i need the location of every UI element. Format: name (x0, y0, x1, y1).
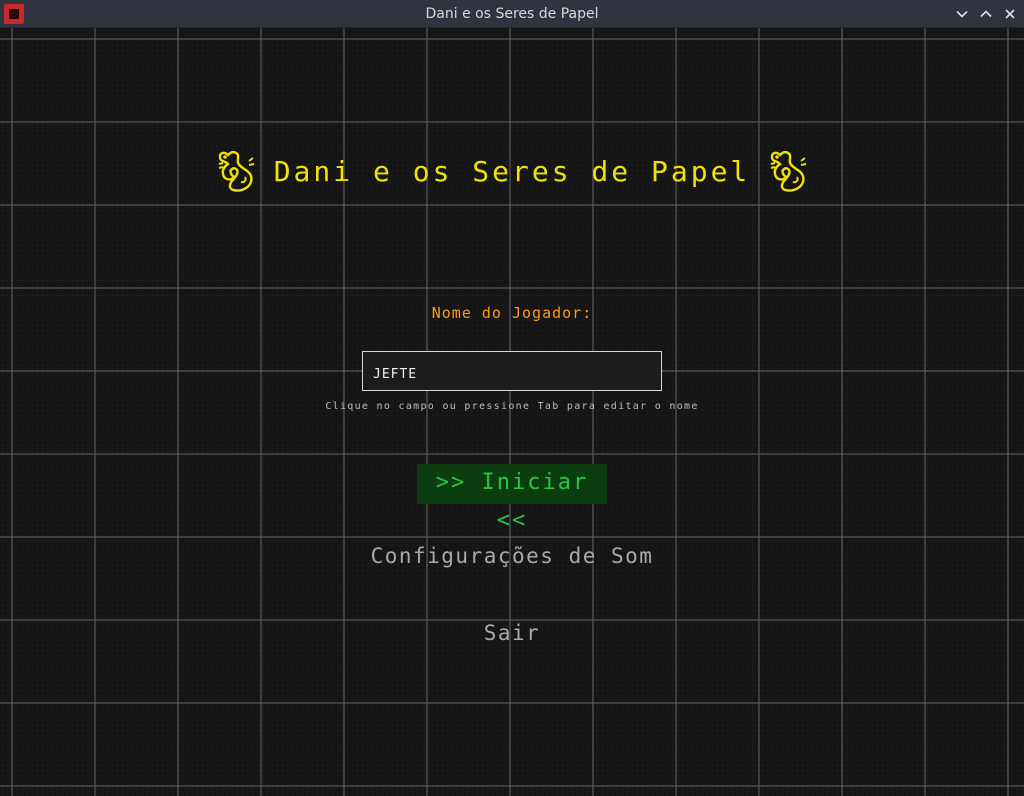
maximize-button[interactable] (976, 4, 996, 24)
game-title: Dani e os Seres de Papel (273, 154, 751, 188)
dragon-icon (218, 150, 254, 192)
exit-button[interactable]: Sair (0, 621, 1024, 645)
window-title: Dani e os Seres de Papel (425, 6, 599, 22)
player-name-label: Nome do Jogador: (431, 304, 593, 322)
sound-settings-button[interactable]: Configurações de Som (0, 544, 1024, 568)
player-name-input[interactable]: JEFTE (362, 351, 662, 391)
chevron-up-icon (980, 10, 992, 18)
game-window: Dani e os Seres de Papel Dani e os Seres… (0, 0, 1024, 796)
name-edit-hint: Clique no campo ou pressione Tab para ed… (325, 401, 699, 412)
game-canvas: Dani e os Seres de Papel Nome do Jogador… (0, 28, 1024, 796)
close-icon (1005, 9, 1015, 19)
game-title-row: Dani e os Seres de Papel (0, 146, 1024, 196)
chevron-down-icon (956, 10, 968, 18)
app-icon (4, 4, 24, 24)
dragon-icon (770, 150, 807, 192)
close-button[interactable] (1000, 4, 1020, 24)
minimize-button[interactable] (952, 4, 972, 24)
start-button[interactable]: >> Iniciar << (417, 464, 607, 533)
window-titlebar[interactable]: Dani e os Seres de Papel (0, 0, 1024, 28)
